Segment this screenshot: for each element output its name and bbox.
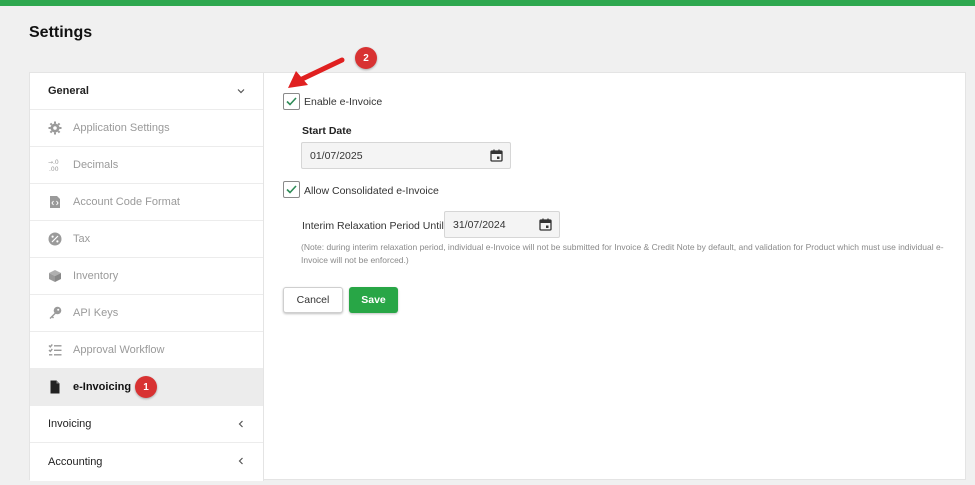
- allow-consolidated-label[interactable]: Allow Consolidated e-Invoice: [304, 185, 439, 197]
- start-date-value: 01/07/2025: [310, 150, 363, 162]
- settings-sidebar: General Application Settings →.0.00 Deci…: [30, 73, 264, 481]
- sidebar-item-label: Application Settings: [73, 122, 170, 134]
- top-accent-bar: [0, 0, 975, 6]
- interim-period-value: 31/07/2024: [453, 219, 506, 231]
- document-icon: [50, 380, 60, 394]
- sidebar-item-label: API Keys: [73, 307, 119, 319]
- sidebar-item-label: Tax: [73, 233, 91, 245]
- sidebar-item-decimals[interactable]: →.0.00 Decimals: [30, 147, 263, 184]
- sidebar-item-tax[interactable]: Tax: [30, 221, 263, 258]
- chevron-down-icon: [237, 89, 245, 94]
- annotation-badge-1: 1: [135, 376, 157, 398]
- allow-consolidated-checkbox[interactable]: [283, 181, 300, 198]
- interim-period-input[interactable]: 31/07/2024: [444, 211, 560, 238]
- start-date-input[interactable]: 01/07/2025: [301, 142, 511, 169]
- calendar-icon[interactable]: [490, 149, 503, 162]
- interim-period-label: Interim Relaxation Period Until: [302, 220, 444, 232]
- sidebar-item-label: Decimals: [73, 159, 119, 171]
- sidebar-section-label: Invoicing: [48, 418, 92, 430]
- page-title: Settings: [29, 24, 93, 41]
- interim-period-note: (Note: during interim relaxation period,…: [301, 242, 944, 265]
- svg-text:→.0: →.0: [48, 159, 59, 166]
- sidebar-section-label: General: [48, 85, 89, 97]
- sidebar-section-label: Accounting: [48, 455, 103, 468]
- e-invoicing-settings-form: Enable e-Invoice Start Date 01/07/2025 A…: [264, 73, 967, 481]
- settings-panel: General Application Settings →.0.00 Deci…: [29, 72, 967, 481]
- sidebar-section-accounting[interactable]: Accounting: [30, 443, 263, 480]
- chevron-left-icon: [238, 420, 243, 428]
- sidebar-item-api-keys[interactable]: API Keys: [30, 295, 263, 332]
- sidebar-item-label: Inventory: [73, 270, 119, 282]
- box-icon: [49, 270, 61, 282]
- svg-text:.00: .00: [49, 166, 59, 172]
- percent-icon: [48, 232, 62, 246]
- sidebar-item-label: e-Invoicing: [73, 381, 132, 393]
- sidebar-item-label: Approval Workflow: [73, 344, 165, 356]
- sidebar-item-e-invoicing[interactable]: e-Invoicing 1: [30, 369, 263, 406]
- cancel-button[interactable]: Cancel: [283, 287, 343, 313]
- checkmark-icon: [286, 97, 297, 106]
- sidebar-item-application-settings[interactable]: Application Settings: [30, 110, 263, 147]
- gear-icon: [48, 121, 62, 135]
- sidebar-item-inventory[interactable]: Inventory: [30, 258, 263, 295]
- sidebar-item-approval-workflow[interactable]: Approval Workflow: [30, 332, 263, 369]
- sidebar-section-general[interactable]: General: [30, 73, 263, 110]
- annotation-badge-2: 2: [355, 47, 377, 69]
- enable-e-invoice-label[interactable]: Enable e-Invoice: [304, 96, 382, 108]
- decimals-icon: →.0.00: [48, 159, 59, 172]
- sidebar-section-invoicing[interactable]: Invoicing: [30, 406, 263, 443]
- key-icon: [49, 306, 62, 319]
- save-button[interactable]: Save: [349, 287, 398, 313]
- sidebar-item-account-code-format[interactable]: Account Code Format: [30, 184, 263, 221]
- checkmark-icon: [286, 185, 297, 194]
- chevron-left-icon: [238, 457, 243, 465]
- annotation-arrow-icon: [288, 57, 345, 88]
- calendar-icon[interactable]: [539, 218, 552, 231]
- start-date-label: Start Date: [302, 125, 352, 137]
- code-file-icon: [50, 196, 60, 208]
- sidebar-item-label: Account Code Format: [73, 196, 180, 208]
- checklist-icon: [48, 344, 62, 356]
- enable-e-invoice-checkbox[interactable]: [283, 93, 300, 110]
